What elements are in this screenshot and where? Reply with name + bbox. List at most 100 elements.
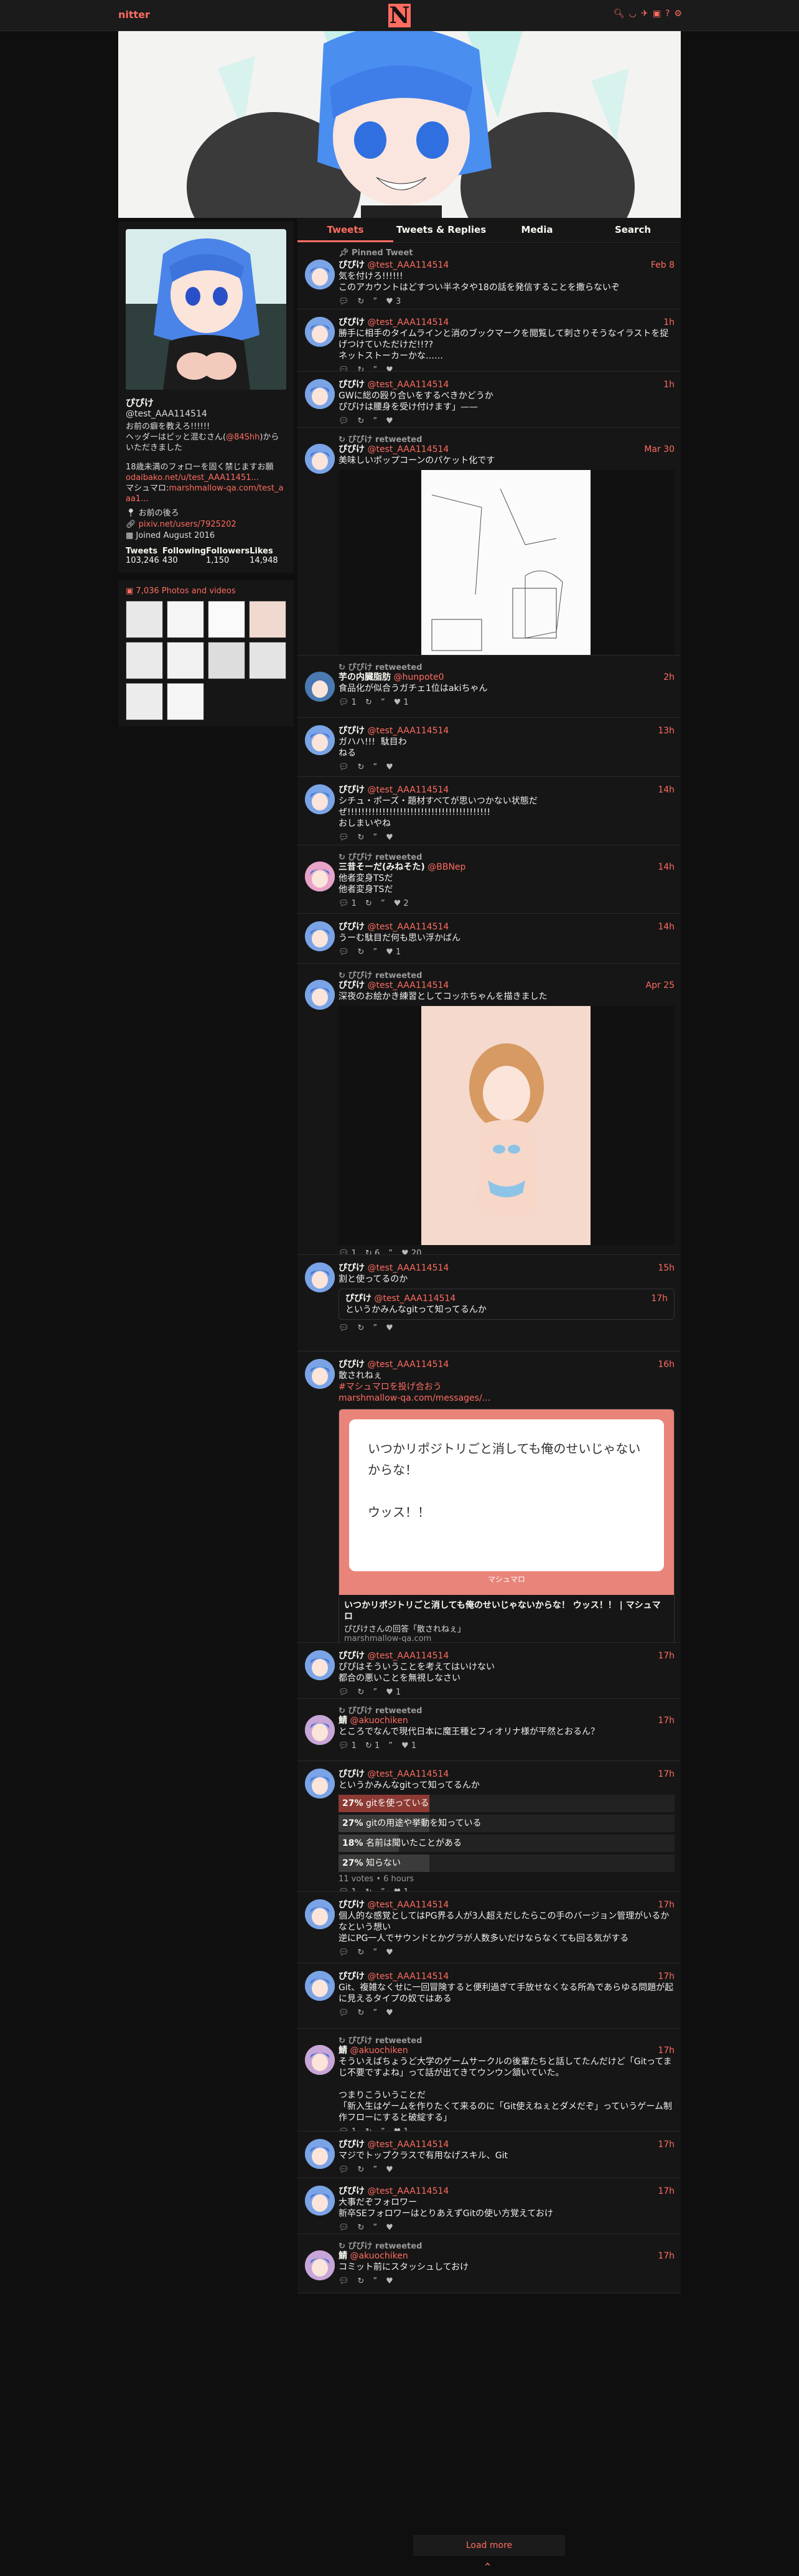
tweet[interactable]: ぴぴけ @test_AAA114514 14h うーむ駄目だ何も思い浮かばん 💬︎ … xyxy=(297,914,681,964)
tweet-username[interactable]: @test_AAA114514 xyxy=(367,1972,449,1981)
tweet-username[interactable]: @hunpote0 xyxy=(393,672,444,682)
tweet-date[interactable]: 17h xyxy=(658,2250,675,2262)
tweet-date[interactable]: 16h xyxy=(658,1359,675,1370)
tab-media[interactable]: Media xyxy=(489,218,585,242)
quote-stat[interactable]: ” xyxy=(373,947,377,957)
reply-stat[interactable]: 💬︎ xyxy=(339,416,349,426)
info-icon[interactable]: ? xyxy=(665,9,670,19)
like-stat[interactable]: ♥ xyxy=(386,1948,393,1958)
retweet-stat[interactable]: ↻ xyxy=(358,2165,365,2175)
tweet-fullname[interactable]: ぴぴけ xyxy=(339,726,365,736)
like-stat[interactable]: ♥ xyxy=(386,2008,393,2018)
tweet[interactable]: ぴぴけ @test_AAA114514 1h GWに総の殴り合いをするべきかどうか … xyxy=(297,372,681,428)
tweet[interactable]: ぴぴけ @test_AAA114514 14h シチュ・ポーズ・題材すべてが思いつか… xyxy=(297,777,681,845)
reply-stat[interactable]: 💬︎ 1 xyxy=(339,899,357,909)
tweet-username[interactable]: @test_AAA114514 xyxy=(367,922,449,932)
photo-thumbnail[interactable] xyxy=(126,642,163,679)
tweet-fullname[interactable]: 鯖 xyxy=(339,1716,347,1726)
quote-stat[interactable]: ” xyxy=(388,1741,393,1751)
quote-stat[interactable]: ” xyxy=(381,2127,385,2131)
quote-stat[interactable]: ” xyxy=(373,2008,377,2018)
reply-stat[interactable]: 💬︎ xyxy=(339,1323,349,1333)
bio-mention-link[interactable]: @84Shh xyxy=(226,433,259,442)
quote-stat[interactable]: ” xyxy=(373,297,377,307)
profile-username[interactable]: @test_AAA114514 xyxy=(126,409,286,419)
tab-tweets-replies[interactable]: Tweets & Replies xyxy=(393,218,489,242)
tweet[interactable]: ぴぴけ @test_AAA114514 16h 散されねぇ #マシュマロを投げ合おう m… xyxy=(297,1351,681,1643)
tweet-fullname[interactable]: ぴぴけ xyxy=(339,380,365,390)
tweet-date[interactable]: Apr 25 xyxy=(646,980,675,991)
tweet-avatar[interactable] xyxy=(305,317,335,347)
photo-thumbnail[interactable] xyxy=(126,601,163,638)
retweet-stat[interactable]: ↻ 1 xyxy=(365,1741,380,1751)
reply-stat[interactable]: 💬︎ xyxy=(339,2223,349,2233)
tweet-fullname[interactable]: 三昔そーだ(みねそた) xyxy=(339,862,425,872)
tab-search[interactable]: Search xyxy=(585,218,681,242)
reply-stat[interactable]: 💬︎ xyxy=(339,833,349,843)
tweet-date[interactable]: 17h xyxy=(658,2186,675,2197)
retweet-stat[interactable]: ↻ xyxy=(358,1688,365,1698)
tweet-username[interactable]: @test_AAA114514 xyxy=(367,444,449,454)
bio-odaibako-link[interactable]: odaibako.net/u/test_AAA11451... xyxy=(126,473,259,482)
tweet-date[interactable]: 17h xyxy=(658,1715,675,1726)
tweet-date[interactable]: 17h xyxy=(658,1650,675,1662)
like-stat[interactable]: ♥ xyxy=(386,2277,393,2287)
tweet-date[interactable]: 14h xyxy=(658,862,675,873)
nitter-logo[interactable]: N xyxy=(388,4,411,27)
tweet-date[interactable]: 14h xyxy=(658,921,675,933)
tweet[interactable]: ぴぴけ @test_AAA114514 17h 個人的な感覚としてはPG界る人が3人… xyxy=(297,1892,681,1963)
quote-stat[interactable]: ” xyxy=(373,416,377,426)
tweet-username[interactable]: @test_AAA114514 xyxy=(367,2140,449,2150)
like-stat[interactable]: ♥ 3 xyxy=(386,297,401,307)
photo-thumbnail[interactable] xyxy=(167,642,204,679)
like-stat[interactable]: ♥ 20 xyxy=(401,1249,421,1254)
retweet-stat[interactable]: ↻ xyxy=(365,698,372,708)
tweet-username[interactable]: @akuochiken xyxy=(350,2251,408,2261)
retweet-stat[interactable]: ↻ xyxy=(358,365,365,371)
tweet-username[interactable]: @BBNep xyxy=(428,862,465,872)
retweet-stat[interactable]: ↻ xyxy=(358,2277,365,2287)
quote-username[interactable]: @test_AAA114514 xyxy=(374,1294,456,1304)
tweet-date[interactable]: 17h xyxy=(658,1899,675,1911)
retweet-stat[interactable]: ↻ xyxy=(365,2127,372,2131)
quote-stat[interactable]: ” xyxy=(381,899,385,909)
tweet-username[interactable]: @test_AAA114514 xyxy=(367,1769,449,1779)
stat-likes[interactable]: Likes 14,948 xyxy=(250,547,286,565)
tweet-username[interactable]: @test_AAA114514 xyxy=(367,726,449,736)
quote-date[interactable]: 17h xyxy=(651,1293,668,1304)
tweet-avatar[interactable] xyxy=(305,260,335,289)
tweet-date[interactable]: 13h xyxy=(658,725,675,736)
tweet-username[interactable]: @test_AAA114514 xyxy=(367,1360,449,1370)
tweet-fullname[interactable]: ぴぴけ xyxy=(339,1263,365,1273)
tweet-username[interactable]: @akuochiken xyxy=(350,1716,408,1726)
reply-stat[interactable]: 💬︎ xyxy=(339,1688,349,1698)
like-stat[interactable]: ♥ 1 xyxy=(386,1688,401,1698)
like-stat[interactable]: ♥ xyxy=(386,763,393,773)
tweet[interactable]: ぴぴけ @test_AAA114514 1h 勝手に相手のタイムラインと消のブックマ… xyxy=(297,309,681,372)
reply-stat[interactable]: 💬︎ xyxy=(339,763,349,773)
like-stat[interactable]: ♥ 1 xyxy=(386,947,401,957)
tweet[interactable]: 📌︎ Pinned Tweet ぴぴけ @test_AAA114514 Feb 8… xyxy=(297,243,681,309)
tweet-fullname[interactable]: ぴぴけ xyxy=(339,317,365,327)
reply-stat[interactable]: 💬︎ xyxy=(339,2165,349,2175)
tweet-avatar[interactable] xyxy=(305,379,335,409)
quote-stat[interactable]: ” xyxy=(381,1887,385,1891)
tweet-fullname[interactable]: ぴぴけ xyxy=(339,1360,365,1370)
tweet-username[interactable]: @test_AAA114514 xyxy=(367,317,449,327)
quote-stat[interactable]: ” xyxy=(373,2165,377,2175)
quote-stat[interactable]: ” xyxy=(373,365,377,371)
reply-stat[interactable]: 💬︎ xyxy=(339,365,349,371)
reply-stat[interactable]: 💬︎ xyxy=(339,947,349,957)
like-stat[interactable]: ♥ xyxy=(386,833,393,843)
tweet-avatar[interactable] xyxy=(305,444,335,474)
quote-stat[interactable]: ” xyxy=(373,833,377,843)
like-stat[interactable]: ♥ xyxy=(386,2223,393,2233)
tweet-username[interactable]: @test_AAA114514 xyxy=(367,980,449,990)
quote-stat[interactable]: ” xyxy=(373,763,377,773)
photo-thumbnail[interactable] xyxy=(208,601,245,638)
settings-icon[interactable]: ⚙ xyxy=(674,9,682,19)
quote-stat[interactable]: ” xyxy=(373,2277,377,2287)
tweet-avatar[interactable] xyxy=(305,980,335,1010)
stat-tweets[interactable]: Tweets 103,246 xyxy=(126,547,162,565)
brand-link[interactable]: nitter xyxy=(118,9,150,21)
